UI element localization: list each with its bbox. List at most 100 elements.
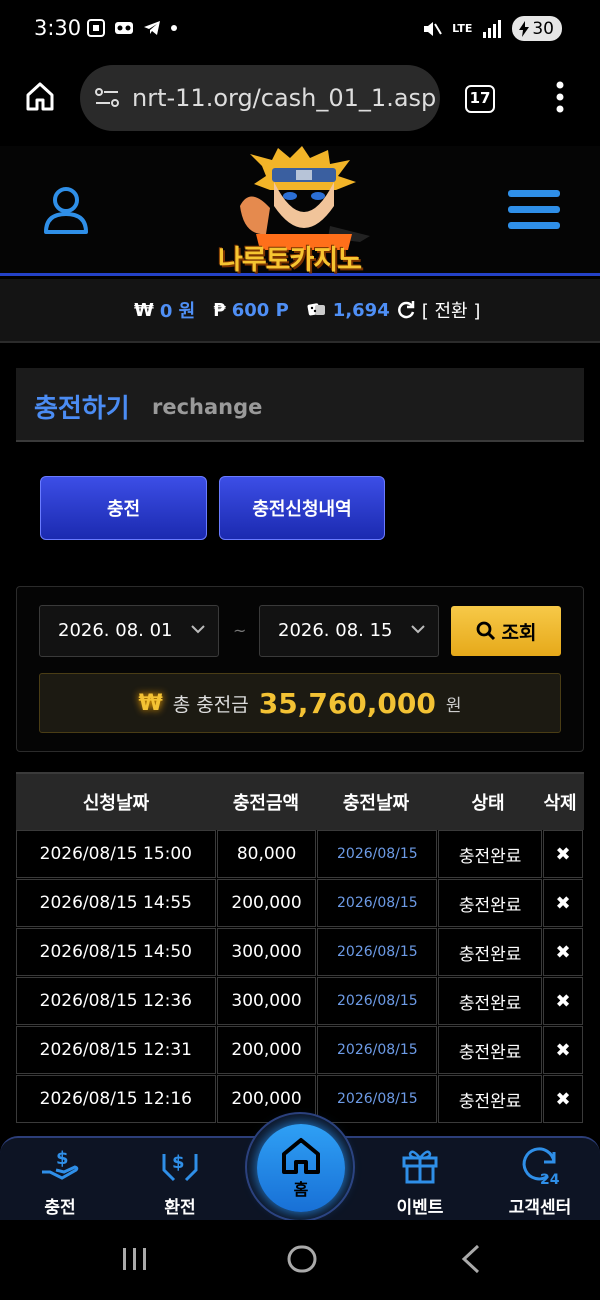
more-menu-icon[interactable]	[548, 80, 572, 114]
request-date-cell: 2026/08/15 12:36	[16, 977, 216, 1025]
start-date-select[interactable]: 2026. 08. 01	[39, 605, 219, 657]
logo-text: 나루토카지노	[218, 245, 362, 276]
delete-cell: ✖	[543, 879, 583, 927]
point-balance: 600 P	[231, 299, 289, 321]
nav-charge-label: 충전	[44, 1198, 76, 1218]
nav-event[interactable]: 이벤트	[365, 1138, 475, 1222]
mute-icon	[424, 21, 442, 36]
table-body: 2026/08/15 15:00 80,000 2026/08/15 충전완료 ✖ 202…	[16, 830, 584, 1124]
nav-charge[interactable]: $ 충전	[5, 1138, 115, 1222]
back-icon[interactable]	[460, 1244, 482, 1274]
chip-balance: 1,694	[332, 299, 390, 321]
svg-text:24: 24	[540, 1172, 560, 1186]
status-notification-icons	[86, 18, 178, 38]
total-recharge-label: 총 충전금	[172, 693, 249, 716]
user-icon[interactable]	[40, 184, 92, 236]
hamburger-menu-icon[interactable]	[508, 188, 560, 232]
point-symbol: ₱	[213, 299, 226, 321]
browser-toolbar: nrt-11.org/cash_01_1.asp 17	[0, 62, 600, 146]
end-date-value: 2026. 08. 15	[278, 620, 393, 641]
request-date-cell: 2026/08/15 15:00	[16, 830, 216, 878]
charge-date-cell: 2026/08/15	[317, 830, 438, 878]
balance-bar: ₩ 0 원 ₱ 600 P 1,694 [ 전환 ]	[0, 279, 600, 343]
home-button[interactable]: 홈	[257, 1124, 345, 1212]
status-cell: 충전완료	[438, 977, 543, 1025]
status-cell: 충전완료	[438, 1075, 543, 1123]
battery-level: 30	[532, 18, 554, 39]
chevron-down-icon	[411, 625, 425, 634]
nav-exchange[interactable]: $ 환전	[125, 1138, 235, 1222]
nav-home-label: 홈	[293, 1180, 309, 1199]
status-time: 3:30	[34, 16, 82, 40]
site-header: 나루토카지노	[0, 146, 600, 276]
table-row: 2026/08/15 14:55 200,000 2026/08/15 충전완료 ✖	[16, 879, 584, 928]
site-settings-icon[interactable]	[94, 87, 120, 109]
delete-icon[interactable]: ✖	[555, 844, 570, 865]
status-cell: 충전완료	[438, 928, 543, 976]
search-button[interactable]: 조회	[451, 606, 561, 656]
status-system-icons: LTE 30	[420, 16, 562, 41]
status-cell: 충전완료	[438, 1026, 543, 1074]
24-hour-support-icon: 24	[522, 1147, 560, 1186]
system-home-icon[interactable]	[286, 1244, 318, 1274]
nav-support-label: 고객센터	[508, 1198, 572, 1218]
nav-support[interactable]: 24 고객센터	[485, 1138, 595, 1222]
tab-recharge-history[interactable]: 충전신청내역	[219, 476, 385, 540]
address-bar[interactable]: nrt-11.org/cash_01_1.asp	[80, 65, 440, 131]
amount-cell: 300,000	[216, 977, 317, 1025]
hand-money-icon: $	[42, 1148, 79, 1180]
url-text: nrt-11.org/cash_01_1.asp	[132, 84, 437, 112]
amount-cell: 200,000	[216, 1026, 317, 1074]
delete-icon[interactable]: ✖	[555, 1089, 570, 1110]
end-date-select[interactable]: 2026. 08. 15	[259, 605, 439, 657]
delete-icon[interactable]: ✖	[555, 942, 570, 963]
search-icon	[476, 621, 495, 641]
table-row: 2026/08/15 12:36 300,000 2026/08/15 충전완료 ✖	[16, 977, 584, 1026]
screenshot-icon	[87, 19, 105, 37]
convert-button[interactable]: [ 전환 ]	[422, 297, 481, 323]
charging-icon	[519, 20, 530, 37]
system-navigation-bar	[0, 1220, 600, 1300]
status-bar: 3:30 LTE 30	[0, 0, 600, 62]
amount-cell: 80,000	[216, 830, 317, 878]
delete-cell: ✖	[543, 1026, 583, 1074]
start-date-value: 2026. 08. 01	[58, 620, 173, 641]
home-icon[interactable]	[24, 80, 56, 112]
request-date-cell: 2026/08/15 14:50	[16, 928, 216, 976]
site-logo[interactable]: 나루토카지노	[210, 146, 390, 276]
search-button-label: 조회	[501, 621, 537, 644]
table-row: 2026/08/15 14:50 300,000 2026/08/15 충전완료 ✖	[16, 928, 584, 977]
nav-home[interactable]: 홈	[245, 1112, 355, 1222]
table-row: 2026/08/15 15:00 80,000 2026/08/15 충전완료 ✖	[16, 830, 584, 879]
date-range-separator: ~	[233, 621, 247, 640]
recharge-history-table: 신청날짜 충전금액 충전날짜 상태 삭제 2026/08/15 15:00 80,…	[16, 772, 584, 1124]
delete-cell: ✖	[543, 977, 583, 1025]
delete-icon[interactable]: ✖	[555, 893, 570, 914]
voicemail-icon	[115, 22, 133, 34]
svg-text:$: $	[172, 1152, 185, 1173]
page-subtitle: rechange	[152, 395, 263, 419]
amount-cell: 200,000	[216, 879, 317, 927]
hands-money-icon: $	[162, 1152, 198, 1182]
charge-date-cell: 2026/08/15	[317, 977, 438, 1025]
tab-recharge[interactable]: 충전	[40, 476, 207, 540]
request-date-cell: 2026/08/15 12:16	[16, 1075, 216, 1123]
refresh-icon[interactable]	[396, 300, 416, 320]
charge-date-cell: 2026/08/15	[317, 1026, 438, 1074]
charge-date-cell: 2026/08/15	[317, 928, 438, 976]
tab-switcher-button[interactable]: 17	[465, 85, 495, 113]
nav-event-label: 이벤트	[396, 1198, 444, 1218]
recents-icon[interactable]	[120, 1246, 150, 1272]
header-status: 상태	[471, 793, 505, 814]
won-icon: ₩	[138, 690, 163, 716]
dice-icon	[307, 303, 325, 316]
total-recharge-unit: 원	[445, 695, 462, 716]
amount-cell: 300,000	[216, 928, 317, 976]
page-title-box: 충전하기 rechange	[16, 368, 584, 442]
charge-date-cell: 2026/08/15	[317, 1075, 438, 1123]
request-date-cell: 2026/08/15 14:55	[16, 879, 216, 927]
delete-cell: ✖	[543, 1075, 583, 1123]
cash-balance: 0 원	[159, 301, 196, 322]
delete-icon[interactable]: ✖	[555, 991, 570, 1012]
delete-icon[interactable]: ✖	[555, 1040, 570, 1061]
